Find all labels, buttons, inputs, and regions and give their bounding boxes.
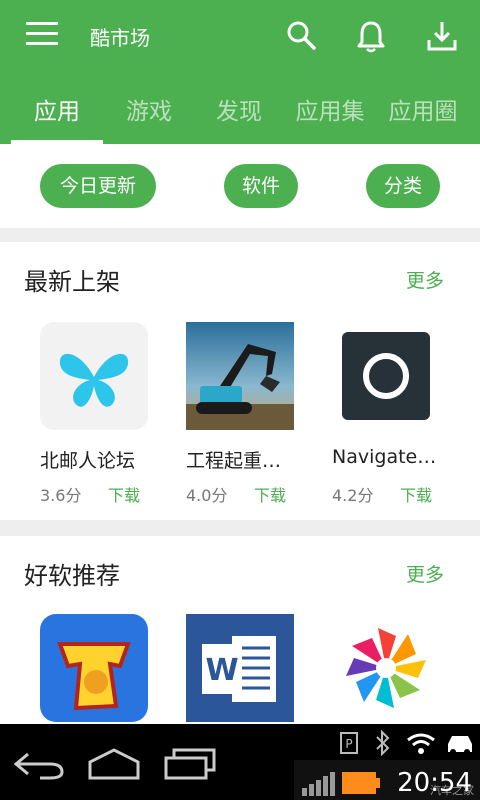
ring-icon[interactable] bbox=[332, 322, 440, 430]
quick-filter-row: 今日更新 软件 分类 bbox=[0, 144, 480, 228]
tab-circle[interactable]: 应用圈 bbox=[383, 92, 463, 126]
tab-games[interactable]: 游戏 bbox=[103, 92, 195, 126]
tab-apps[interactable]: 应用 bbox=[11, 92, 103, 126]
app-name: 工程起重… bbox=[186, 450, 282, 472]
app-score: 4.2分 bbox=[332, 486, 374, 505]
section-title: 好软推荐 bbox=[24, 562, 120, 590]
more-link[interactable]: 更多 bbox=[406, 560, 444, 587]
download-button[interactable]: 下载 bbox=[108, 482, 140, 506]
recent-apps-icon[interactable] bbox=[162, 746, 218, 782]
section-title: 最新上架 bbox=[24, 268, 120, 296]
parking-icon: P bbox=[340, 732, 358, 754]
chip-today-updates[interactable]: 今日更新 bbox=[40, 164, 156, 208]
svg-text:W: W bbox=[205, 653, 238, 688]
tab-collections[interactable]: 应用集 bbox=[290, 92, 370, 126]
download-button[interactable]: 下载 bbox=[254, 482, 286, 506]
top-app-bar: 酷市场 bbox=[0, 0, 480, 72]
word-icon[interactable]: W bbox=[186, 614, 294, 722]
chip-software[interactable]: 软件 bbox=[224, 164, 298, 208]
pinwheel-icon[interactable] bbox=[332, 614, 440, 722]
bluetooth-icon bbox=[376, 730, 390, 756]
app-name: Navigate… bbox=[332, 446, 437, 468]
app-score: 4.0分 bbox=[186, 486, 228, 505]
more-link[interactable]: 更多 bbox=[406, 266, 444, 293]
app-name: 北邮人论坛 bbox=[40, 450, 136, 472]
section-new-arrivals: 最新上架 更多 北邮人论坛 3.6分 下载 工程起重… 4.0分 下载 Navi… bbox=[0, 242, 480, 520]
back-icon[interactable] bbox=[10, 746, 66, 782]
dream-icon[interactable] bbox=[40, 614, 148, 722]
butterfly-icon[interactable] bbox=[40, 322, 148, 430]
app-score: 3.6分 bbox=[40, 486, 82, 505]
bell-icon[interactable] bbox=[353, 18, 389, 54]
tab-discover[interactable]: 发现 bbox=[193, 92, 285, 126]
signal-icon bbox=[302, 772, 335, 796]
watermark: 汽车之家 bbox=[430, 784, 474, 797]
section-recommended: 好软推荐 更多 W bbox=[0, 536, 480, 724]
tab-bar: 应用 游戏 发现 应用集 应用圈 bbox=[0, 72, 480, 144]
chip-categories[interactable]: 分类 bbox=[366, 164, 440, 208]
svg-text:P: P bbox=[345, 737, 352, 751]
search-icon[interactable] bbox=[284, 18, 320, 54]
download-button[interactable]: 下载 bbox=[400, 482, 432, 506]
menu-icon[interactable] bbox=[26, 22, 58, 50]
wifi-icon bbox=[407, 733, 435, 754]
app-title: 酷市场 bbox=[90, 26, 150, 50]
download-icon[interactable] bbox=[424, 18, 460, 54]
battery-icon bbox=[342, 772, 380, 794]
car-icon bbox=[448, 736, 472, 755]
excavator-icon[interactable] bbox=[186, 322, 294, 430]
home-icon[interactable] bbox=[86, 746, 142, 782]
